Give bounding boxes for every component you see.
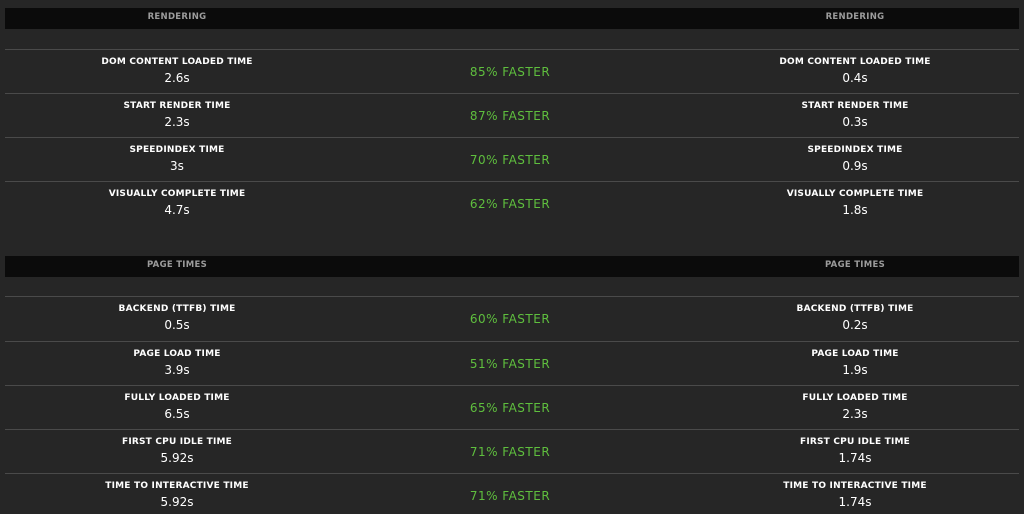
rendering-row: START RENDER TIME 2.3s 87% FASTER START … xyxy=(5,94,1019,138)
rendering-header-before: RENDERING xyxy=(147,12,207,22)
metric-after: VISUALLY COMPLETE TIME 1.8s xyxy=(685,182,1024,217)
metric-after: DOM CONTENT LOADED TIME 0.4s xyxy=(685,50,1024,85)
metric-label: PAGE LOAD TIME xyxy=(811,349,899,359)
metric-after: TIME TO INTERACTIVE TIME 1.74s xyxy=(685,474,1024,509)
metric-label: FIRST CPU IDLE TIME xyxy=(121,437,233,447)
metric-value: 1.9s xyxy=(842,363,868,377)
metric-before: FIRST CPU IDLE TIME 5.92s xyxy=(7,430,347,465)
metric-label: START RENDER TIME xyxy=(123,101,231,111)
metric-after: SPEEDINDEX TIME 0.9s xyxy=(685,138,1024,173)
metric-value: 2.3s xyxy=(842,407,868,421)
metric-label: DOM CONTENT LOADED TIME xyxy=(101,57,253,67)
metric-after: PAGE LOAD TIME 1.9s xyxy=(685,342,1024,377)
metric-value: 6.5s xyxy=(164,407,190,421)
metric-before: SPEEDINDEX TIME 3s xyxy=(7,138,347,173)
metric-label: VISUALLY COMPLETE TIME xyxy=(108,189,246,199)
comparison-page: RENDERING RENDERING DOM CONTENT LOADED T… xyxy=(0,0,1024,514)
page-times-header-after: PAGE TIMES xyxy=(824,260,886,270)
page-times-row: FULLY LOADED TIME 6.5s 65% FASTER FULLY … xyxy=(5,386,1019,430)
improvement-label: 65% FASTER xyxy=(469,401,551,415)
metric-value: 0.5s xyxy=(164,318,190,332)
metric-label: SPEEDINDEX TIME xyxy=(129,145,225,155)
metric-value: 0.3s xyxy=(842,115,868,129)
rendering-header-after: RENDERING xyxy=(825,12,885,22)
metric-after: FIRST CPU IDLE TIME 1.74s xyxy=(685,430,1024,465)
improvement-label: 51% FASTER xyxy=(469,357,551,371)
metric-value: 5.92s xyxy=(160,451,194,465)
metric-label: PAGE LOAD TIME xyxy=(133,349,221,359)
metric-before: BACKEND (TTFB) TIME 0.5s xyxy=(7,297,347,332)
page-times-section-header: PAGE TIMES PAGE TIMES xyxy=(5,256,1019,277)
metric-after: FULLY LOADED TIME 2.3s xyxy=(685,386,1024,421)
rendering-row: VISUALLY COMPLETE TIME 4.7s 62% FASTER V… xyxy=(5,182,1019,226)
metric-value: 1.74s xyxy=(838,451,872,465)
page-times-row: TIME TO INTERACTIVE TIME 5.92s 71% FASTE… xyxy=(5,474,1019,514)
metric-value: 5.92s xyxy=(160,495,194,509)
metric-value: 0.9s xyxy=(842,159,868,173)
metric-before: FULLY LOADED TIME 6.5s xyxy=(7,386,347,421)
metric-after: START RENDER TIME 0.3s xyxy=(685,94,1024,129)
metric-label: VISUALLY COMPLETE TIME xyxy=(786,189,924,199)
metric-before: VISUALLY COMPLETE TIME 4.7s xyxy=(7,182,347,217)
rendering-row: SPEEDINDEX TIME 3s 70% FASTER SPEEDINDEX… xyxy=(5,138,1019,182)
metric-value: 1.8s xyxy=(842,203,868,217)
metric-label: BACKEND (TTFB) TIME xyxy=(796,304,914,314)
metric-label: TIME TO INTERACTIVE TIME xyxy=(105,481,249,491)
metric-label: TIME TO INTERACTIVE TIME xyxy=(783,481,927,491)
metric-label: FULLY LOADED TIME xyxy=(802,393,908,403)
improvement-label: 62% FASTER xyxy=(469,197,551,211)
improvement-label: 87% FASTER xyxy=(469,109,551,123)
metric-label: FULLY LOADED TIME xyxy=(124,393,230,403)
metric-value: 2.6s xyxy=(164,71,190,85)
page-times-row: PAGE LOAD TIME 3.9s 51% FASTER PAGE LOAD… xyxy=(5,342,1019,386)
metric-value: 0.4s xyxy=(842,71,868,85)
metric-value: 4.7s xyxy=(164,203,190,217)
improvement-label: 70% FASTER xyxy=(469,153,551,167)
metric-value: 2.3s xyxy=(164,115,190,129)
page-times-row: FIRST CPU IDLE TIME 5.92s 71% FASTER FIR… xyxy=(5,430,1019,474)
metric-before: START RENDER TIME 2.3s xyxy=(7,94,347,129)
metric-value: 1.74s xyxy=(838,495,872,509)
metric-before: TIME TO INTERACTIVE TIME 5.92s xyxy=(7,474,347,509)
rendering-section-header: RENDERING RENDERING xyxy=(5,8,1019,29)
page-times-header-before: PAGE TIMES xyxy=(146,260,208,270)
improvement-label: 71% FASTER xyxy=(469,445,551,459)
metric-before: DOM CONTENT LOADED TIME 2.6s xyxy=(7,50,347,85)
metric-before: PAGE LOAD TIME 3.9s xyxy=(7,342,347,377)
improvement-label: 71% FASTER xyxy=(469,489,551,503)
metric-label: FIRST CPU IDLE TIME xyxy=(799,437,911,447)
metric-after: BACKEND (TTFB) TIME 0.2s xyxy=(685,297,1024,332)
metric-label: DOM CONTENT LOADED TIME xyxy=(779,57,931,67)
rendering-row: DOM CONTENT LOADED TIME 2.6s 85% FASTER … xyxy=(5,50,1019,94)
metric-value: 3s xyxy=(170,159,184,173)
metric-value: 0.2s xyxy=(842,318,868,332)
metric-label: BACKEND (TTFB) TIME xyxy=(118,304,236,314)
page-times-row: BACKEND (TTFB) TIME 0.5s 60% FASTER BACK… xyxy=(5,297,1019,341)
improvement-label: 85% FASTER xyxy=(469,65,551,79)
metric-value: 3.9s xyxy=(164,363,190,377)
metric-label: SPEEDINDEX TIME xyxy=(807,145,903,155)
metric-label: START RENDER TIME xyxy=(801,101,909,111)
improvement-label: 60% FASTER xyxy=(469,312,551,326)
